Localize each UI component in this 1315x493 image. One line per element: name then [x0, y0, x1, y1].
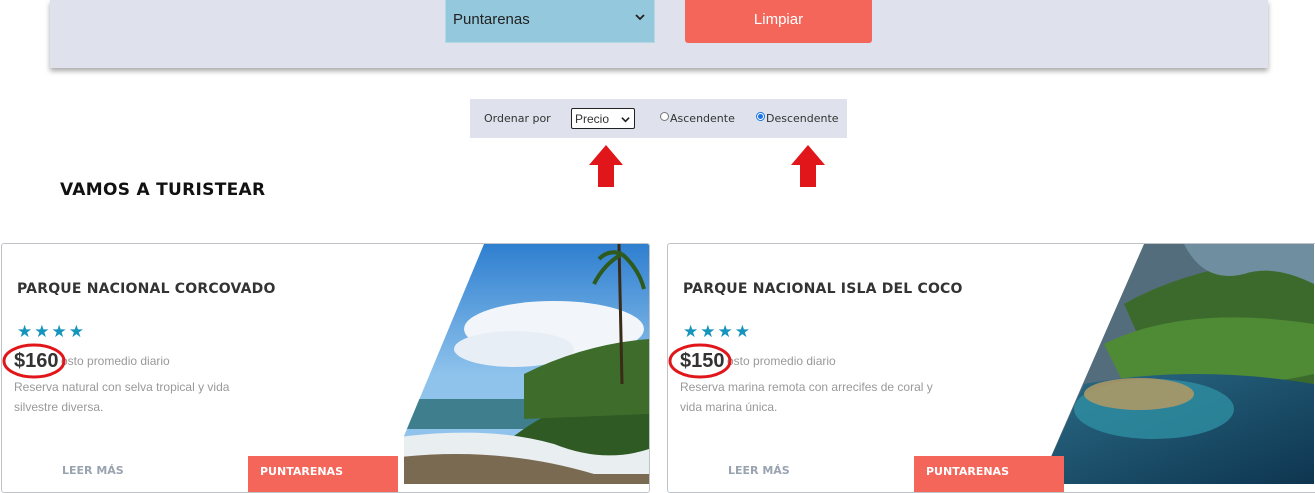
filter-panel: Puntarenas Limpiar: [50, 0, 1268, 68]
card-description: Reserva marina remota con arrecifes de c…: [680, 380, 933, 414]
card-title[interactable]: PARQUE NACIONAL ISLA DEL COCO: [683, 281, 963, 297]
sort-bar: Ordenar por Precio Ascendente Descendent…: [470, 99, 847, 138]
red-circle-annotation-icon: [2, 343, 66, 379]
isla-del-coco-aerial-photo: [1044, 244, 1314, 484]
card-title[interactable]: PARQUE NACIONAL CORCOVADO: [17, 281, 276, 297]
chevron-down-icon: [635, 14, 645, 21]
red-arrow-up-icon: [589, 145, 623, 187]
price-caption: osto promedio diario: [727, 354, 836, 368]
region-tag: PUNTARENAS: [914, 456, 1064, 492]
clear-button[interactable]: Limpiar: [685, 0, 872, 43]
chevron-down-icon: [621, 117, 630, 123]
destination-card[interactable]: PARQUE NACIONAL ISLA DEL COCO ★★★★ $150 …: [667, 243, 1315, 493]
ascending-radio[interactable]: [660, 112, 669, 121]
sort-label: Ordenar por: [484, 112, 551, 125]
read-more-link[interactable]: LEER MÁS: [62, 464, 124, 477]
card-description: Reserva natural con selva tropical y vid…: [14, 380, 230, 414]
sort-field-value: Precio: [575, 111, 610, 126]
destination-card[interactable]: PARQUE NACIONAL CORCOVADO ★★★★ $160 osto…: [1, 243, 650, 493]
region-select[interactable]: Puntarenas: [445, 0, 655, 43]
descending-label[interactable]: Descendente: [766, 112, 839, 125]
corcovado-beach-photo: [404, 244, 649, 484]
red-circle-annotation-icon: [668, 343, 732, 379]
price-caption: osto promedio diario: [61, 354, 170, 368]
sort-field-select[interactable]: Precio: [571, 108, 635, 129]
region-select-value: Puntarenas: [453, 11, 530, 28]
read-more-link[interactable]: LEER MÁS: [728, 464, 790, 477]
region-tag: PUNTARENAS: [248, 456, 398, 492]
section-title: VAMOS A TURISTEAR: [60, 180, 266, 200]
red-arrow-up-icon: [791, 145, 825, 187]
rating-stars: ★★★★: [683, 322, 752, 342]
rating-stars: ★★★★: [17, 322, 86, 342]
ascending-label[interactable]: Ascendente: [670, 112, 735, 125]
descending-radio[interactable]: [756, 112, 765, 121]
